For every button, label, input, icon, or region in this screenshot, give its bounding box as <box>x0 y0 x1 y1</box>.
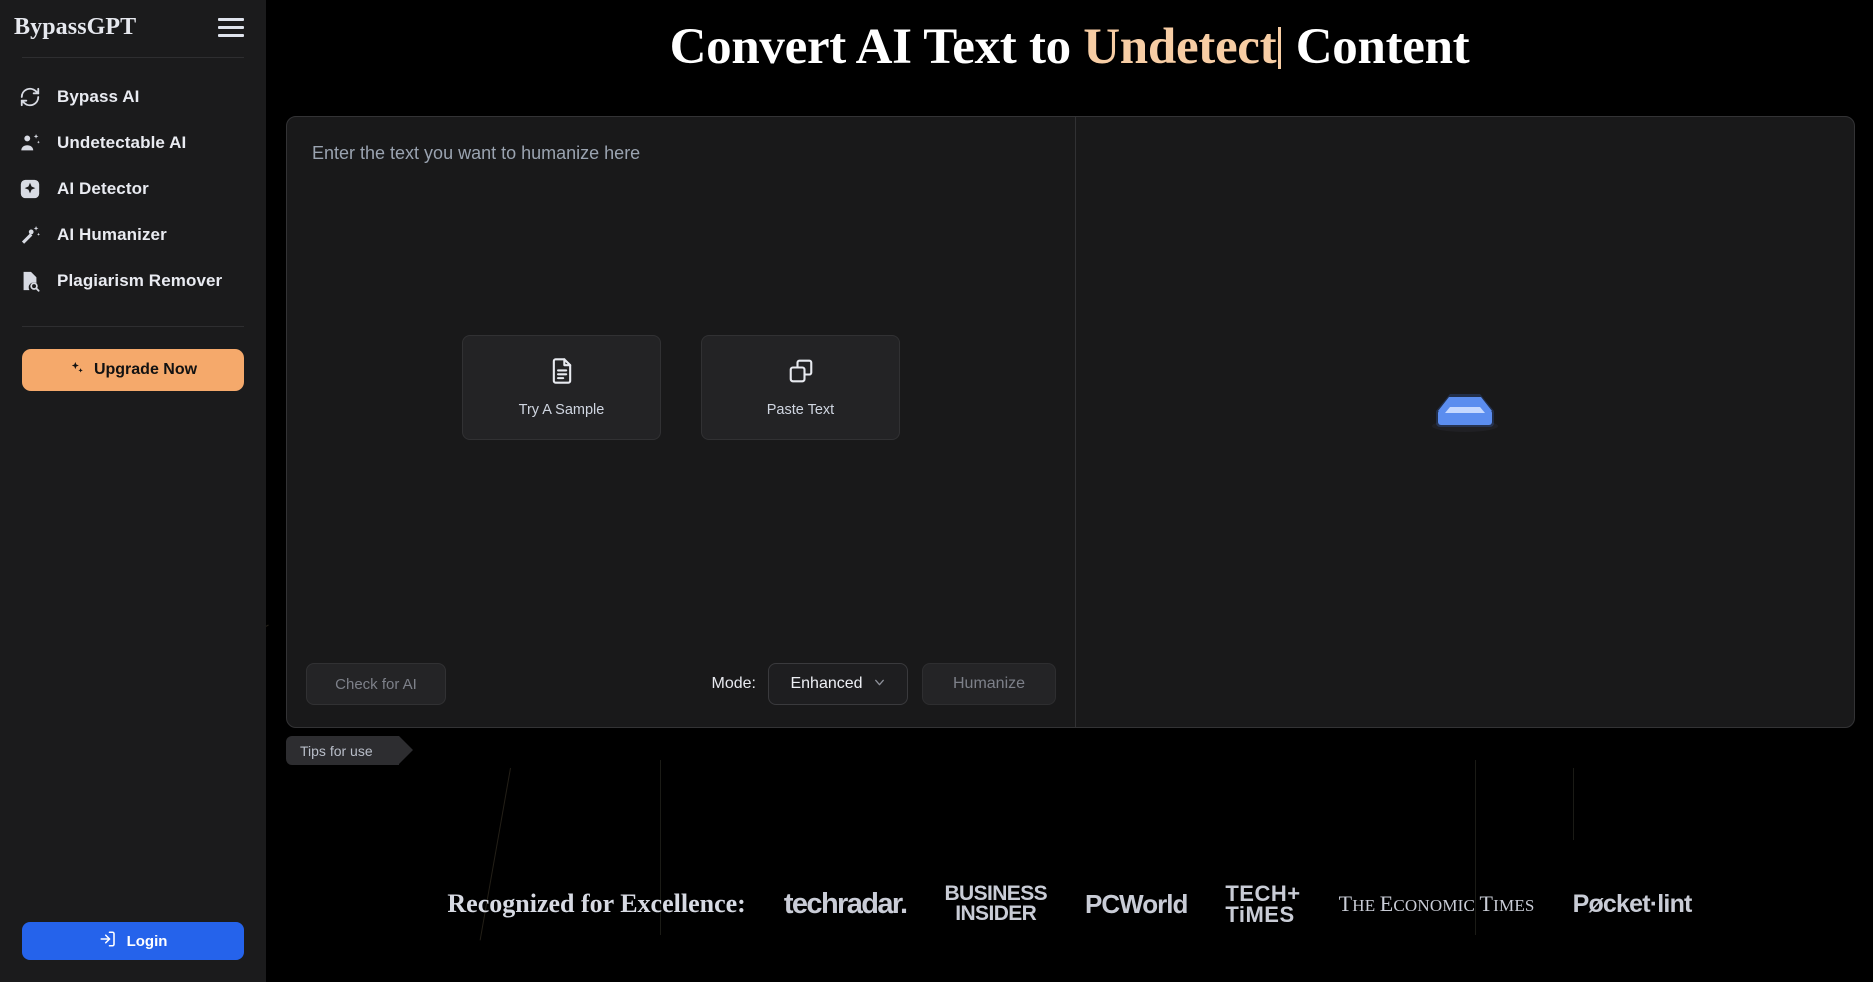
login-section: Login <box>0 922 266 982</box>
editor-panel: Enter the text you want to humanize here… <box>286 116 1855 728</box>
logo-pocket-lint: Pøcket·lint <box>1572 889 1693 918</box>
logo-the-economic-times: THE ECONOMIC TIMES <box>1339 891 1535 917</box>
logo-tech-times-line2: TiMES <box>1225 902 1295 928</box>
paste-text-button[interactable]: Paste Text <box>701 335 900 440</box>
sidebar-item-label: AI Humanizer <box>57 225 167 244</box>
paste-text-label: Paste Text <box>766 402 835 418</box>
awards-title: Recognized for Excellence: <box>447 889 746 919</box>
sparkles-icon <box>69 360 85 381</box>
logo-business-insider-line1: BUSINESS <box>944 882 1048 906</box>
hamburger-icon[interactable] <box>218 18 244 37</box>
et-t1: T <box>1338 891 1353 917</box>
editor-toolbar: Check for AI Mode: Enhanced Humanize <box>287 641 1075 727</box>
brand-logo[interactable]: BypassGPT <box>14 14 136 41</box>
output-pane <box>1076 117 1854 727</box>
document-lines-icon <box>548 357 576 390</box>
sparkle-square-icon <box>18 177 42 201</box>
mode-group: Mode: Enhanced <box>712 663 908 705</box>
et-he: HE <box>1352 896 1380 916</box>
input-pane[interactable]: Enter the text you want to humanize here… <box>287 117 1076 727</box>
logo-pcworld: PCWorld <box>1085 888 1188 919</box>
page-title-highlight: Undetect <box>1083 19 1277 75</box>
mode-label: Mode: <box>711 675 756 692</box>
et-e: E <box>1379 891 1394 917</box>
magic-wand-sparkle-icon <box>18 223 42 247</box>
person-sparkle-icon <box>18 131 42 155</box>
logo-tech-times-line1: TECH+ <box>1225 880 1301 906</box>
logo-business-insider-line2: INSIDER <box>955 902 1037 926</box>
sidebar-item-label: AI Detector <box>57 179 149 198</box>
login-button[interactable]: Login <box>22 922 244 960</box>
sidebar-item-ai-humanizer[interactable]: AI Humanizer <box>0 212 266 258</box>
try-a-sample-label: Try A Sample <box>518 402 605 418</box>
page-title-after: Content <box>1283 19 1470 75</box>
tips-for-use-tab[interactable]: Tips for use <box>286 736 413 765</box>
upgrade-section: Upgrade Now <box>0 327 266 391</box>
sidebar-item-undetectable-ai[interactable]: Undetectable AI <box>0 120 266 166</box>
awards-strip: Recognized for Excellence: techradar. BU… <box>266 883 1873 926</box>
tips-for-use-label: Tips for use <box>300 742 373 759</box>
try-a-sample-button[interactable]: Try A Sample <box>462 335 661 440</box>
inbox-envelope-icon <box>1428 379 1502 446</box>
logo-techradar: techradar. <box>783 887 908 920</box>
check-for-ai-button[interactable]: Check for AI <box>306 663 446 705</box>
mode-selected-value: Enhanced <box>790 675 863 692</box>
page-title: Convert AI Text to Undetect Content <box>266 18 1873 76</box>
sidebar-item-label: Plagiarism Remover <box>57 271 223 290</box>
mode-select[interactable]: Enhanced <box>768 663 908 705</box>
refresh-circle-icon <box>18 85 42 109</box>
et-conomic: CONOMIC <box>1393 896 1480 916</box>
login-arrow-icon <box>99 930 117 952</box>
main-content: Convert AI Text to Undetect Content Ente… <box>266 0 1873 982</box>
app-root: BypassGPT Bypass AI Undetectable AI AI D… <box>0 0 1873 982</box>
upgrade-now-label: Upgrade Now <box>93 361 198 378</box>
document-search-icon <box>18 269 42 293</box>
sidebar-header: BypassGPT <box>0 0 266 57</box>
sidebar-item-plagiarism-remover[interactable]: Plagiarism Remover <box>0 258 266 304</box>
typing-caret-icon <box>1278 27 1282 69</box>
et-t2: T <box>1479 891 1494 917</box>
upgrade-now-button[interactable]: Upgrade Now <box>22 349 244 391</box>
humanize-button[interactable]: Humanize <box>922 663 1056 705</box>
sidebar: BypassGPT Bypass AI Undetectable AI AI D… <box>0 0 266 982</box>
output-empty-state <box>1076 379 1854 446</box>
page-title-before: Convert AI Text to <box>669 19 1084 75</box>
sidebar-item-bypass-ai[interactable]: Bypass AI <box>0 74 266 120</box>
login-label: Login <box>126 932 168 950</box>
quick-actions: Try A Sample Paste Text <box>287 335 1075 440</box>
sidebar-item-label: Undetectable AI <box>57 133 187 152</box>
chevron-down-icon <box>873 676 886 692</box>
logo-business-insider: BUSINESS INSIDER <box>944 882 1048 926</box>
sidebar-item-label: Bypass AI <box>57 87 140 106</box>
humanize-input-placeholder[interactable]: Enter the text you want to humanize here <box>312 143 640 164</box>
copy-icon <box>787 357 815 390</box>
sidebar-item-ai-detector[interactable]: AI Detector <box>0 166 266 212</box>
et-imes: IMES <box>1493 896 1535 916</box>
sidebar-nav: Bypass AI Undetectable AI AI Detector AI… <box>0 58 266 304</box>
logo-tech-times: TECH+ TiMES <box>1225 883 1300 926</box>
